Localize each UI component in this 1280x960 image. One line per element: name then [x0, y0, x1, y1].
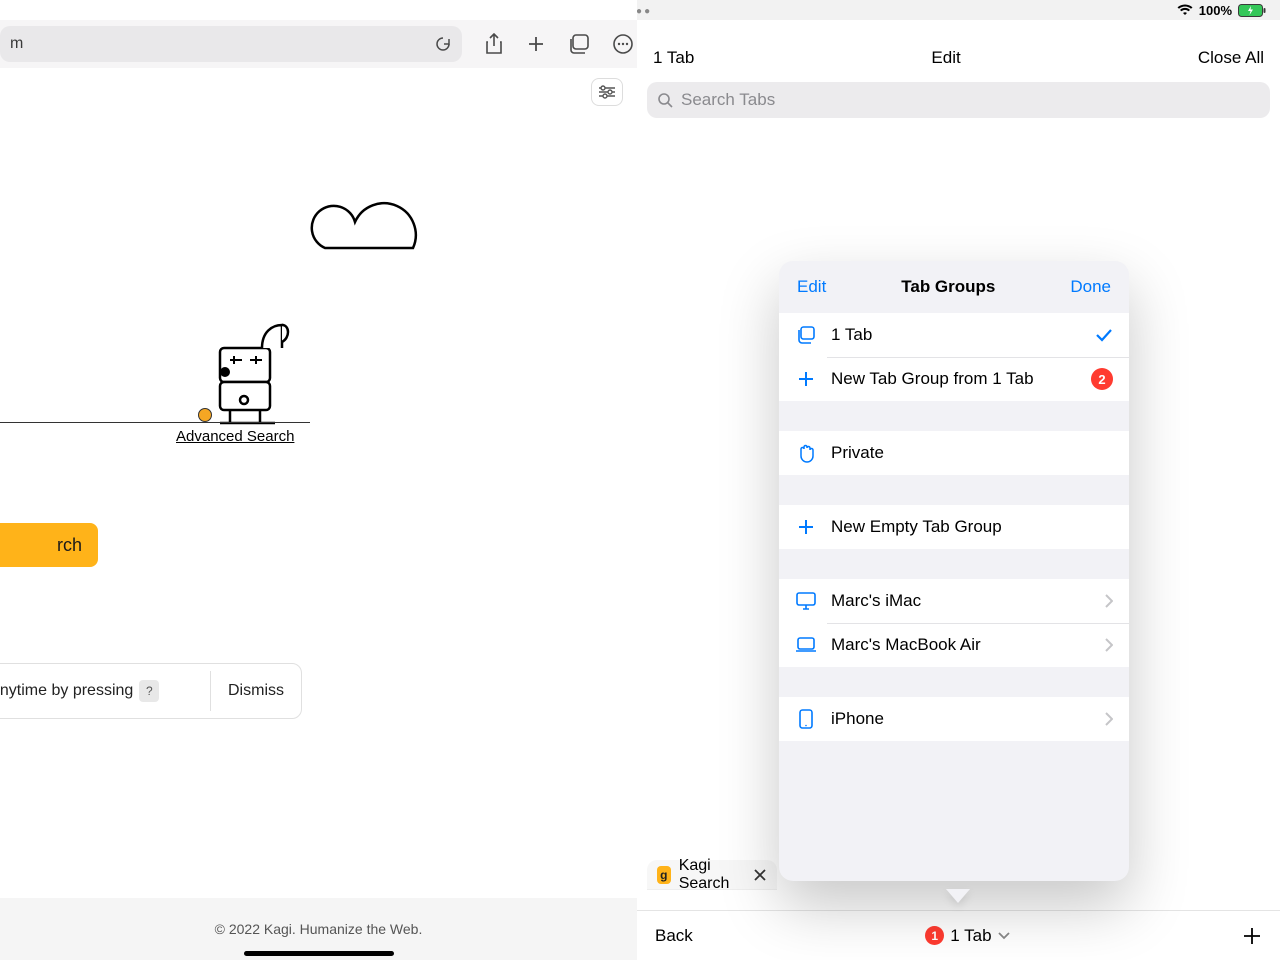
tab-group-selector[interactable]: 1 1 Tab — [925, 926, 1009, 946]
close-all-button[interactable]: Close All — [1198, 48, 1264, 68]
row-label: New Empty Tab Group — [831, 517, 1002, 537]
url-text: m — [10, 35, 23, 53]
search-underline — [0, 422, 310, 423]
tabs-search-field[interactable]: Search Tabs — [647, 82, 1270, 118]
row-label: Private — [831, 443, 884, 463]
share-icon[interactable] — [484, 33, 504, 55]
dismiss-button[interactable]: Dismiss — [211, 682, 301, 700]
new-tab-button[interactable] — [1242, 926, 1262, 946]
tab-group-row-device-macbook[interactable]: Marc's MacBook Air — [779, 623, 1129, 667]
popover-done-button[interactable]: Done — [1070, 277, 1111, 297]
row-label: New Tab Group from 1 Tab — [831, 369, 1034, 389]
search-icon — [657, 92, 673, 108]
hand-icon — [795, 443, 817, 463]
checkmark-icon — [1095, 328, 1113, 342]
tabs-edit-button[interactable]: Edit — [931, 48, 960, 68]
tip-banner: anytime by pressing ? Dismiss — [0, 663, 302, 719]
close-tab-icon[interactable] — [753, 868, 767, 882]
bottom-tab-label: 1 Tab — [950, 926, 991, 946]
tabs-header: 1 Tab Edit Close All — [637, 20, 1280, 78]
battery-icon — [1238, 4, 1266, 17]
new-tab-icon[interactable] — [526, 34, 546, 54]
laptop-icon — [795, 637, 817, 653]
cloud-illustration — [295, 188, 445, 268]
chevron-right-icon — [1105, 638, 1113, 652]
tab-group-row-device-iphone[interactable]: iPhone — [779, 697, 1129, 741]
chevron-right-icon — [1105, 594, 1113, 608]
address-bar[interactable]: m — [0, 26, 462, 62]
kagi-favicon: g — [657, 866, 671, 884]
tab-group-row-new-from[interactable]: New Tab Group from 1 Tab 2 — [779, 357, 1129, 401]
desktop-icon — [795, 592, 817, 610]
tabs-bottom-bar: Back 1 1 Tab — [637, 910, 1280, 960]
page-settings-button[interactable] — [591, 78, 623, 106]
popover-arrow — [946, 889, 970, 903]
plus-icon — [795, 370, 817, 388]
popover-header: Edit Tab Groups Done — [779, 261, 1129, 313]
tabs-icon[interactable] — [568, 34, 590, 54]
battery-percent: 100% — [1199, 3, 1232, 18]
plus-icon — [795, 518, 817, 536]
popover-edit-button[interactable]: Edit — [797, 277, 826, 297]
webpage-content: gi Advanced Search rch anytime by pressi… — [0, 68, 637, 898]
browser-toolbar: m — [0, 20, 637, 68]
popover-title: Tab Groups — [901, 277, 995, 297]
tip-text: anytime by pressing — [0, 682, 133, 700]
tab-group-row-new-empty[interactable]: New Empty Tab Group — [779, 505, 1129, 549]
tab-group-row-private[interactable]: Private — [779, 431, 1129, 475]
tab-thumbnail[interactable]: g Kagi Search — [647, 860, 777, 890]
chevron-down-icon — [998, 932, 1010, 940]
badge: 2 — [1091, 368, 1113, 390]
footer-text: © 2022 Kagi. Humanize the Web. — [215, 921, 423, 937]
advanced-search-link[interactable]: Advanced Search — [176, 428, 294, 445]
tip-key: ? — [139, 680, 159, 702]
home-indicator[interactable] — [244, 951, 394, 956]
tab-thumb-title: Kagi Search — [679, 857, 745, 893]
badge: 1 — [925, 926, 944, 945]
row-label: Marc's iMac — [831, 591, 921, 611]
wifi-icon — [1177, 4, 1193, 16]
tab-group-row-current[interactable]: 1 Tab — [779, 313, 1129, 357]
tabs-square-icon — [795, 326, 817, 344]
tab-groups-popover: Edit Tab Groups Done 1 Tab New Tab Group… — [779, 261, 1129, 881]
tab-count-label[interactable]: 1 Tab — [653, 48, 694, 68]
safari-left-pane: m gi Advanced Search rch anytime b — [0, 0, 637, 960]
search-placeholder: Search Tabs — [681, 90, 775, 110]
row-label: iPhone — [831, 709, 884, 729]
row-label: Marc's MacBook Air — [831, 635, 981, 655]
ball-illustration — [198, 408, 212, 422]
row-label: 1 Tab — [831, 325, 872, 345]
more-icon[interactable] — [612, 33, 634, 55]
tab-group-row-device-imac[interactable]: Marc's iMac — [779, 579, 1129, 623]
chevron-right-icon — [1105, 712, 1113, 726]
back-button[interactable]: Back — [655, 926, 693, 946]
reload-icon[interactable] — [434, 35, 452, 53]
phone-icon — [795, 709, 817, 729]
search-button[interactable]: rch — [0, 523, 98, 567]
